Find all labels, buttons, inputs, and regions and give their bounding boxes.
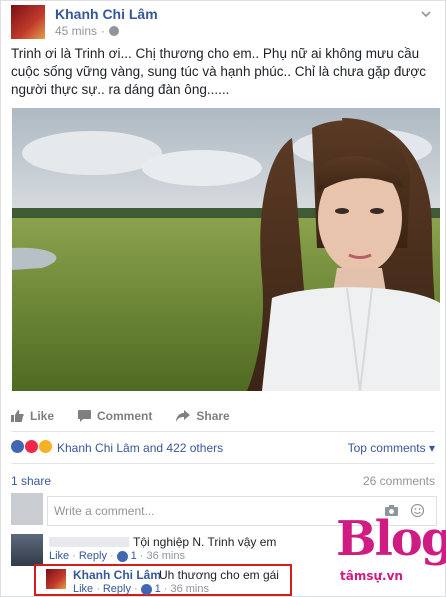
reply-actions: Like · Reply · 1 · 36 mins	[73, 583, 209, 595]
comment-icon	[78, 410, 92, 422]
post-meta: 45 mins ·	[55, 24, 120, 38]
reply-text: Uh thương cho em gái	[159, 568, 279, 582]
watermark-site: tâmsự.vn	[340, 569, 403, 583]
photo-image	[12, 108, 440, 391]
love-reaction-icon	[25, 440, 38, 453]
divider	[11, 431, 435, 432]
viewer-avatar	[11, 493, 43, 525]
comment-like-count[interactable]: 1	[131, 550, 137, 562]
like-count-icon	[140, 583, 152, 595]
comment-count[interactable]: 26 comments	[363, 474, 435, 488]
reply-author-avatar[interactable]	[46, 569, 66, 589]
comment-like-link[interactable]: Like	[49, 550, 69, 562]
watermark-brand: Blog	[336, 511, 446, 567]
globe-icon	[109, 26, 120, 36]
highlighted-reply: Khanh Chi Lâm Uh thương cho em gái Like …	[34, 564, 292, 596]
share-count[interactable]: 1 share	[11, 474, 51, 488]
reactions-summary[interactable]: Khanh Chi Lâm and 422 others	[57, 441, 223, 455]
reply-like-link[interactable]: Like	[73, 583, 93, 595]
like-label: Like	[30, 409, 55, 423]
comment-item: Tội nghiệp N. Trinh vậy em Like · Reply …	[11, 534, 311, 566]
post-photo[interactable]	[12, 108, 440, 391]
comment-time[interactable]: 36 mins	[146, 550, 185, 562]
comment-label: Comment	[97, 409, 153, 423]
thumbs-up-icon	[11, 410, 24, 422]
divider	[11, 463, 435, 464]
comment-reply-link[interactable]: Reply	[79, 550, 107, 562]
commenter-avatar[interactable]	[11, 534, 43, 566]
share-button[interactable]: Share	[176, 406, 230, 426]
post-header: Khanh Chi Lâm 45 mins ·	[11, 5, 431, 39]
blurred-commenter-name	[49, 537, 129, 547]
reply-reply-link[interactable]: Reply	[103, 583, 131, 595]
like-count-icon	[116, 550, 128, 562]
top-comments-dropdown[interactable]: Top comments ▾	[348, 441, 435, 455]
share-label: Share	[196, 409, 230, 423]
blog-watermark: Blog tâmsự.vn	[336, 511, 446, 593]
like-reaction-icon	[11, 440, 24, 453]
reply-time[interactable]: 36 mins	[170, 583, 209, 595]
post-actions: Like Comment Share	[11, 406, 431, 426]
reactions-bar: Khanh Chi Lâm and 422 others Top comment…	[11, 440, 435, 456]
comment-actions: Like · Reply · 1 · 36 mins	[49, 550, 185, 562]
comment-input[interactable]	[48, 497, 356, 525]
reaction-icons[interactable]	[11, 440, 52, 453]
like-button[interactable]: Like	[11, 406, 54, 426]
sad-reaction-icon	[39, 440, 52, 453]
author-name[interactable]: Khanh Chi Lâm	[55, 6, 158, 22]
post-text: Trinh ơi là Trinh ơi... Chị thương cho e…	[11, 46, 426, 97]
comment-button[interactable]: Comment	[78, 406, 152, 426]
share-icon	[176, 410, 191, 422]
reply-like-count[interactable]: 1	[155, 583, 161, 595]
author-avatar[interactable]	[11, 5, 45, 39]
chevron-down-icon[interactable]	[421, 9, 431, 19]
post-time[interactable]: 45 mins	[55, 24, 97, 38]
post-card: Khanh Chi Lâm 45 mins · Trinh ơi là Trin…	[0, 0, 446, 597]
reply-author-name[interactable]: Khanh Chi Lâm	[73, 568, 161, 582]
comment-text: Tội nghiệp N. Trinh vậy em	[133, 535, 277, 549]
